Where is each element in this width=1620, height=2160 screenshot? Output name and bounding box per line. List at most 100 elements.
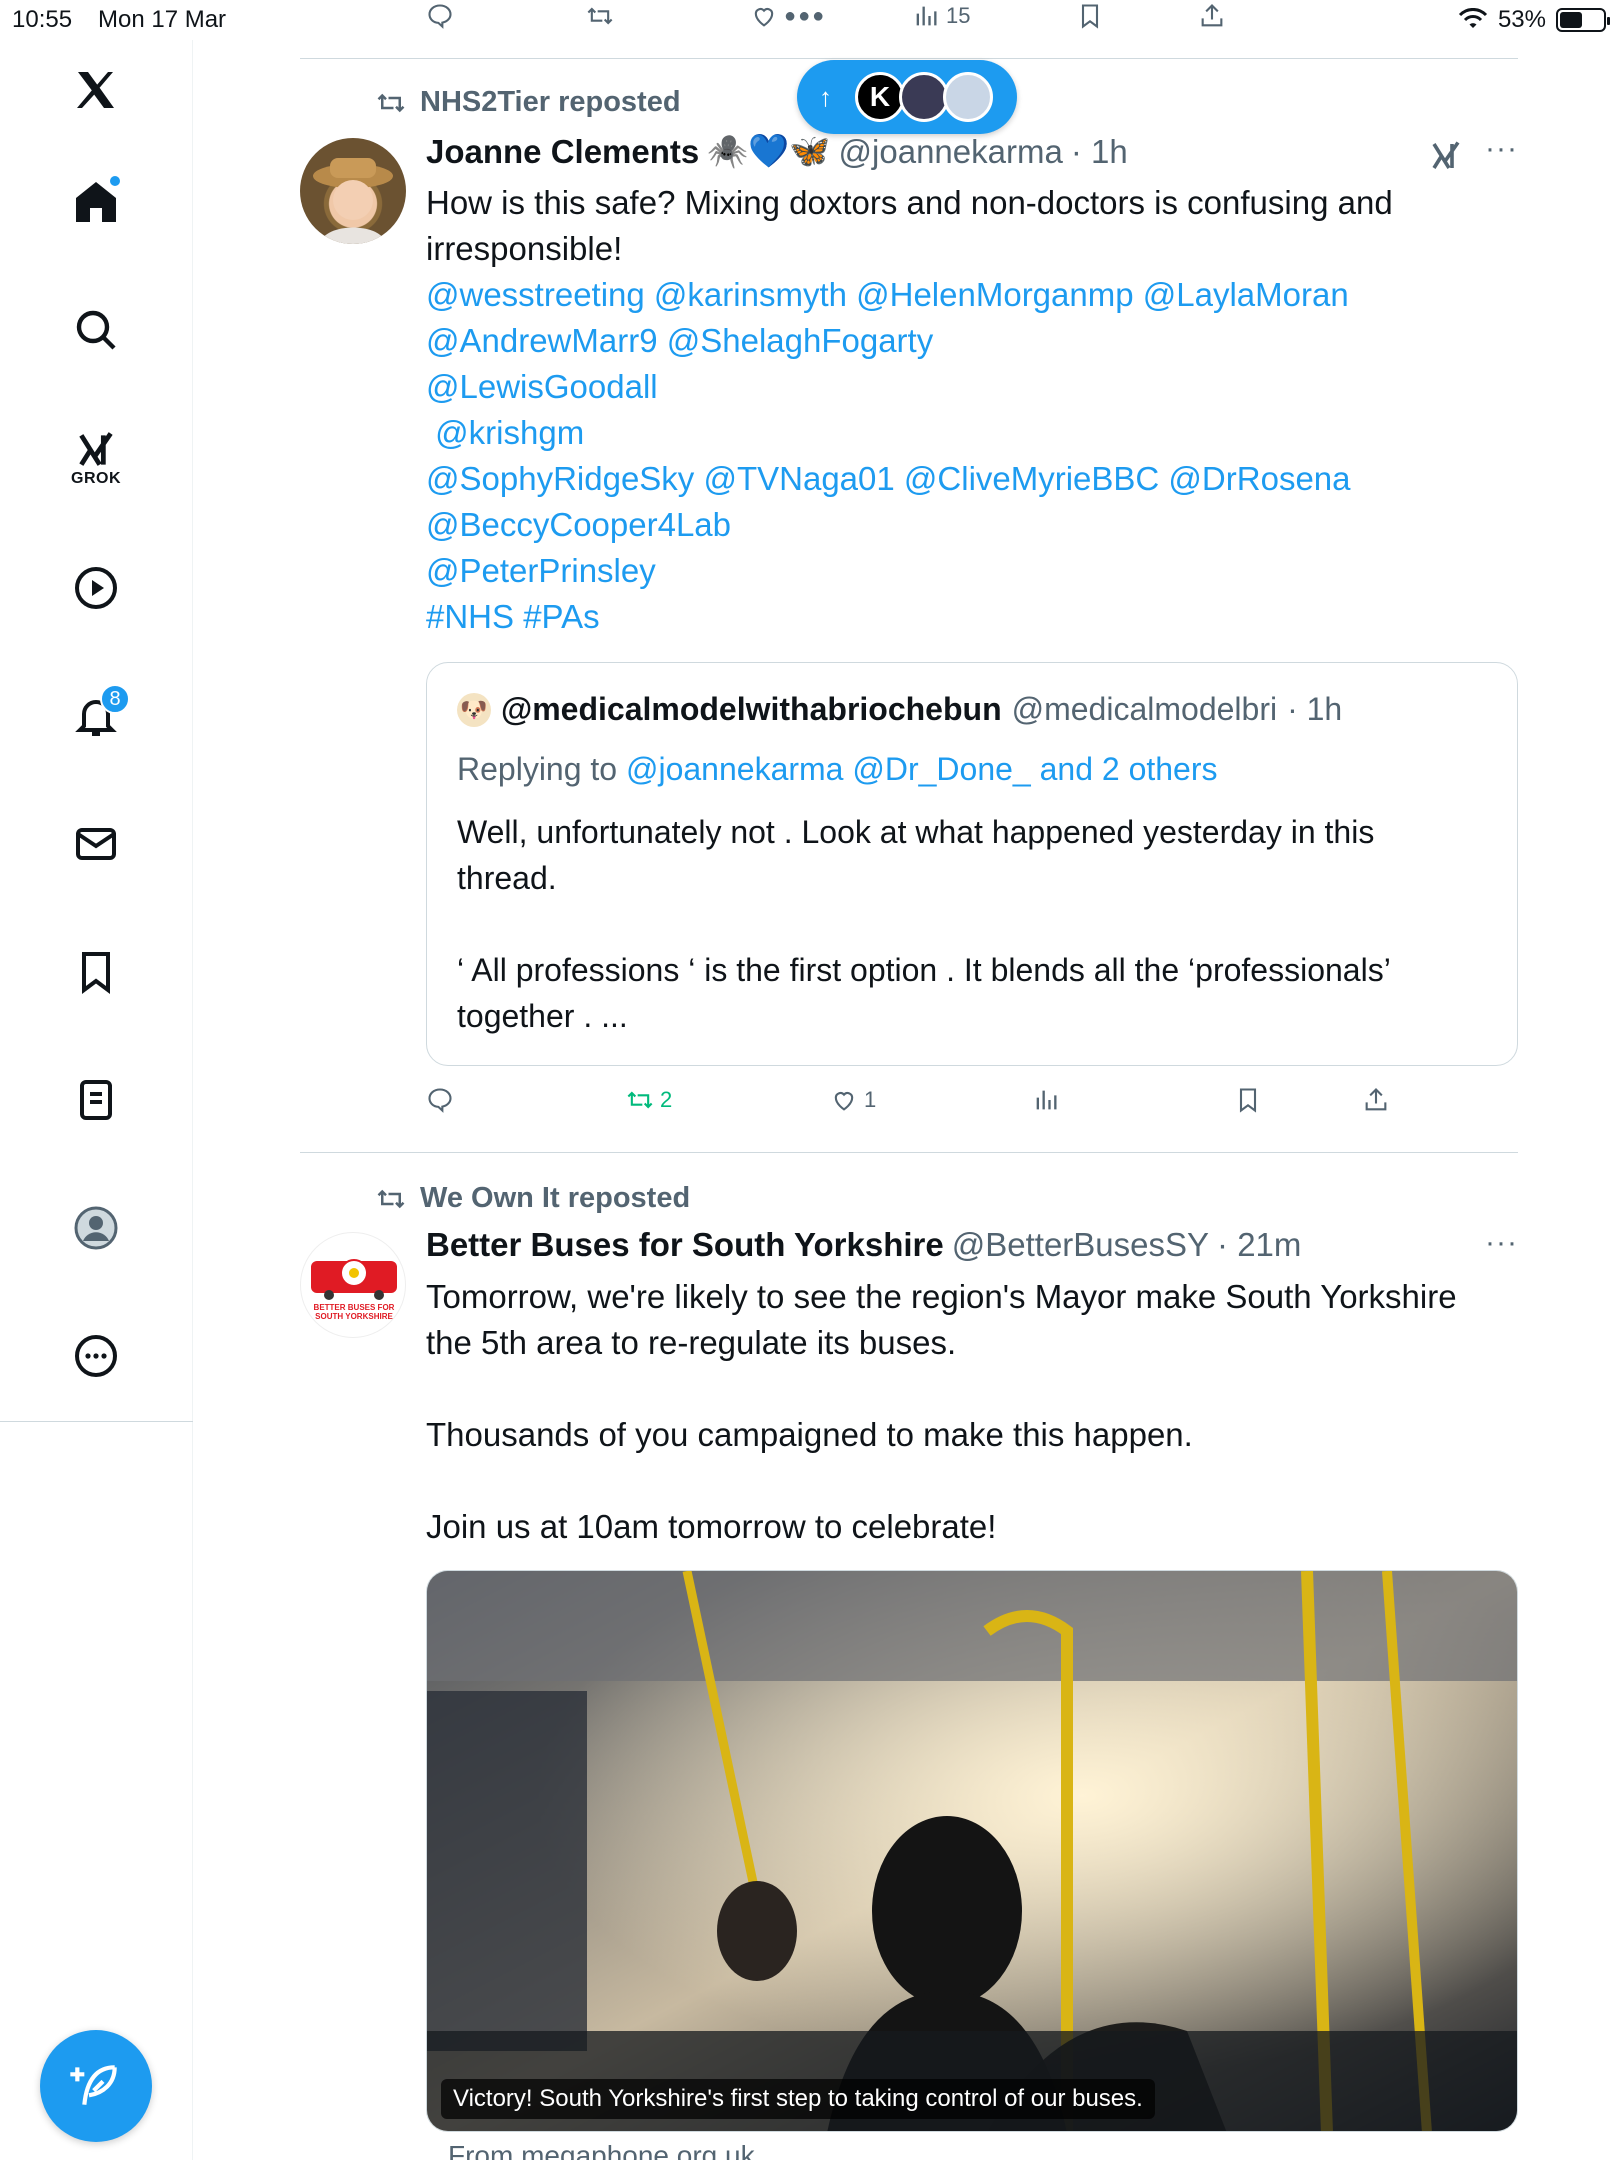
avatar-photo xyxy=(313,158,393,244)
pill-avatar xyxy=(899,72,949,122)
repost-context-text: We Own It reposted xyxy=(420,1182,691,1214)
previous-post-actions: ●●● 15 xyxy=(300,0,1518,40)
avatar-logo xyxy=(311,1259,397,1300)
avatar-logo-text: BETTER BUSES FOR SOUTH YORKSHIRE xyxy=(313,1303,395,1321)
status-date: Mon 17 Mar xyxy=(98,6,227,33)
play-icon xyxy=(75,567,117,609)
mention-line[interactable]: @BeccyCooper4Lab xyxy=(426,502,1516,548)
heart-icon xyxy=(754,8,774,27)
repost-context-text: NHS2Tier reposted xyxy=(420,86,681,118)
repost-context: NHS2Tier reposted xyxy=(376,86,681,119)
avatar[interactable]: BETTER BUSES FOR SOUTH YORKSHIRE xyxy=(300,1232,406,1338)
repost-button[interactable]: 2 xyxy=(626,1086,672,1114)
views-icon xyxy=(916,6,937,26)
post-text-content: Tomorrow, we're likely to see the region… xyxy=(426,1278,1457,1545)
reply-icon xyxy=(428,1088,452,1113)
grok-icon xyxy=(1432,141,1460,169)
unread-dot xyxy=(108,174,122,188)
author-name[interactable]: Better Buses for South Yorkshire xyxy=(426,1226,944,1264)
post-time[interactable]: · 1h xyxy=(1071,133,1128,171)
quote-text: Well, unfortunately not . Look at what h… xyxy=(457,814,1391,1034)
new-posts-pill[interactable]: ↑ K xyxy=(797,60,1017,134)
author-name[interactable]: Joanne Clements xyxy=(426,133,699,171)
replying-to-prefix: Replying to xyxy=(457,751,626,787)
sidebar-item-bookmarks[interactable] xyxy=(56,932,136,1012)
pill-avatar: K xyxy=(855,72,905,122)
quote-avatar: 🐶 xyxy=(457,692,491,727)
mention-line[interactable]: @krishgm xyxy=(426,410,1516,456)
quote-author-handle: @medicalmodelbri xyxy=(1011,691,1278,727)
repost-button[interactable] xyxy=(586,2,614,30)
sidebar-item-notifications[interactable]: 8 xyxy=(56,676,136,756)
post-text-line: How is this safe? Mixing doxtors and non… xyxy=(426,184,1393,221)
pill-avatar-letter: K xyxy=(869,81,891,112)
arrow-up-icon: ↑ xyxy=(819,81,832,112)
quoted-post[interactable]: 🐶 @medicalmodelwithabriochebun @medicalm… xyxy=(426,662,1518,1066)
repost-icon xyxy=(627,1091,653,1109)
post-time[interactable]: · 21m xyxy=(1217,1226,1301,1264)
like-button[interactable]: ●●● xyxy=(750,2,826,30)
mention-line[interactable]: @AndrewMarr9 @ShelaghFogarty xyxy=(426,318,1516,364)
battery-icon xyxy=(1556,8,1610,32)
sidebar-item-video[interactable] xyxy=(56,548,136,628)
mention-line[interactable]: @SophyRidgeSky @TVNaga01 @CliveMyrieBBC … xyxy=(426,456,1516,502)
pill-avatar xyxy=(943,72,993,122)
views-count: 15 xyxy=(946,3,971,28)
author-handle[interactable]: @BetterBusesSY xyxy=(952,1226,1209,1264)
sidebar-item-more[interactable] xyxy=(56,1316,136,1396)
mention-line[interactable]: @PeterPrinsley xyxy=(426,548,1516,594)
reply-icon xyxy=(428,4,452,29)
grok-label: GROK xyxy=(71,470,121,487)
views-button[interactable]: 15 xyxy=(912,2,970,30)
bus-interior-photo xyxy=(427,1571,1517,2131)
sidebar-item-grok[interactable]: GROK xyxy=(56,418,136,498)
link-card-image[interactable]: Victory! South Yorkshire's first step to… xyxy=(426,1570,1518,2132)
link-card-source[interactable]: From megaphone.org.uk xyxy=(448,2140,755,2160)
more-icon xyxy=(75,1335,117,1377)
repost-context: We Own It reposted xyxy=(376,1182,690,1215)
link-card-title: Victory! South Yorkshire's first step to… xyxy=(441,2079,1155,2119)
sidebar: GROK 8 xyxy=(0,40,193,2160)
post-header: Better Buses for South Yorkshire @Better… xyxy=(426,1226,1301,1264)
sidebar-item-messages[interactable] xyxy=(56,804,136,884)
post-more-icon[interactable]: ··· xyxy=(1485,1226,1518,1260)
mention-line[interactable]: @LewisGoodall xyxy=(426,364,1516,410)
repost-icon xyxy=(377,93,405,112)
repost-count: 2 xyxy=(660,1087,673,1112)
replying-to-handles[interactable]: @joannekarma @Dr_Done_ and 2 others xyxy=(626,751,1218,787)
views-button[interactable] xyxy=(1032,1086,1066,1114)
share-button[interactable] xyxy=(1362,1086,1390,1114)
mention-line[interactable]: @wesstreeting @karinsmyth @HelenMorganmp… xyxy=(426,272,1516,318)
heart-icon xyxy=(834,1092,854,1111)
post-header: Joanne Clements 🕷️💙🦋 @joannekarma · 1h xyxy=(426,132,1128,171)
author-handle[interactable]: @joannekarma xyxy=(839,133,1063,171)
post-more-icon[interactable]: ··· xyxy=(1485,132,1518,166)
list-icon xyxy=(80,1080,112,1120)
reply-button[interactable] xyxy=(426,2,454,30)
hashtag-line[interactable]: #NHS #PAs xyxy=(426,594,1516,640)
search-icon xyxy=(76,310,116,350)
bookmark-icon xyxy=(82,952,110,994)
sidebar-item-profile[interactable] xyxy=(56,1188,136,1268)
avatar[interactable] xyxy=(300,138,406,244)
bookmark-icon xyxy=(1239,1088,1257,1113)
like-count: 1 xyxy=(864,1087,877,1112)
notification-badge: 8 xyxy=(100,684,130,714)
reply-button[interactable] xyxy=(426,1086,454,1114)
sidebar-item-explore[interactable] xyxy=(56,290,136,370)
sidebar-item-lists[interactable] xyxy=(56,1060,136,1140)
status-time: 10:55 xyxy=(12,6,73,33)
bookmark-button[interactable] xyxy=(1234,1086,1262,1114)
quote-author-name: @medicalmodelwithabriochebun xyxy=(501,691,1002,727)
compose-post-button[interactable] xyxy=(40,2030,152,2142)
share-button[interactable] xyxy=(1198,2,1226,30)
typing-dots: ●●● xyxy=(784,4,827,27)
grok-button[interactable] xyxy=(1428,138,1464,179)
share-icon xyxy=(1365,1088,1387,1111)
sidebar-item-home[interactable] xyxy=(56,162,136,242)
post-actions: 2 1 xyxy=(426,1086,1518,1126)
bookmark-button[interactable] xyxy=(1076,2,1104,30)
x-logo[interactable] xyxy=(56,50,136,130)
like-button[interactable]: 1 xyxy=(830,1086,876,1114)
post-divider xyxy=(300,1152,1518,1153)
